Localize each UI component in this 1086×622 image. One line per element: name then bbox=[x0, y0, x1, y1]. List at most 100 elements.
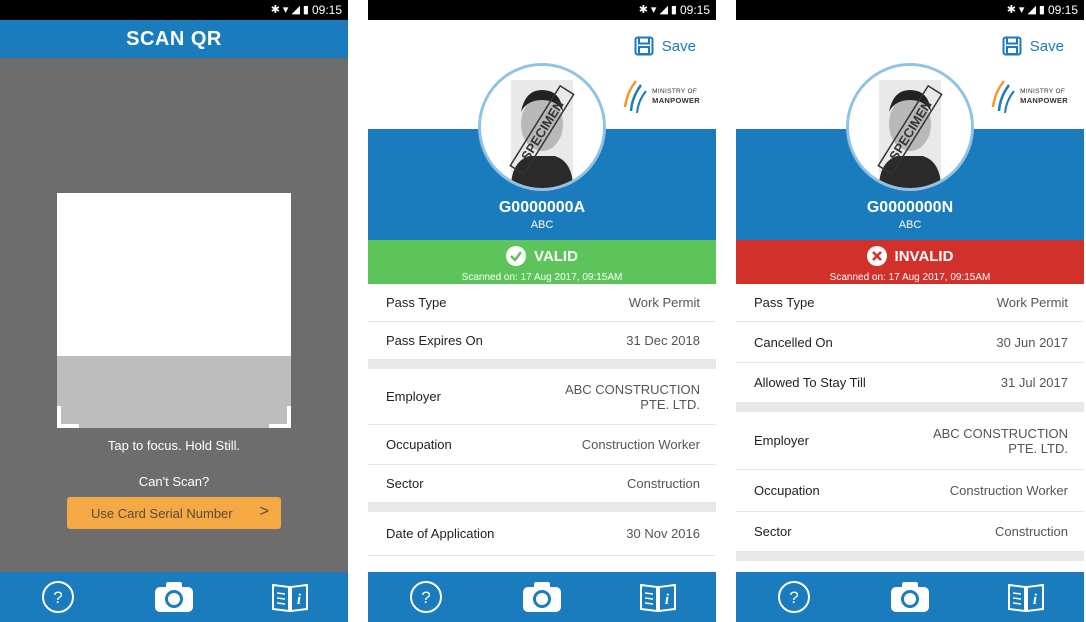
save-disk-icon bbox=[634, 36, 654, 56]
row-value: ABC CONSTRUCTION PTE. LTD. bbox=[564, 381, 700, 412]
row-label: Sector bbox=[386, 476, 424, 491]
row-label: Occupation bbox=[754, 483, 820, 498]
check-circle-icon bbox=[506, 246, 527, 266]
list-item: Occupation Construction Worker bbox=[736, 470, 1084, 512]
svg-text:i: i bbox=[1033, 592, 1038, 608]
section-divider bbox=[368, 503, 716, 512]
row-value: Construction bbox=[995, 524, 1068, 539]
row-label: Date of Application bbox=[386, 526, 495, 541]
help-button[interactable]: ? bbox=[404, 575, 448, 619]
wifi-icon: ▾ bbox=[282, 3, 289, 16]
list-item: Occupation Construction Worker bbox=[368, 425, 716, 465]
specimen-photo: SPECIMEN bbox=[849, 66, 971, 188]
info-guide-button[interactable]: i bbox=[268, 575, 312, 619]
bluetooth-icon: ✱ bbox=[1006, 3, 1016, 16]
svg-text:i: i bbox=[665, 592, 670, 608]
row-value: Work Permit bbox=[628, 295, 700, 310]
svg-text:i: i bbox=[297, 592, 302, 608]
signal-icon: ◢ bbox=[1027, 3, 1036, 16]
save-button[interactable]: Save bbox=[1002, 36, 1064, 56]
section-divider bbox=[736, 403, 1084, 412]
row-label: Employer bbox=[754, 433, 809, 448]
use-serial-number-button[interactable]: Use Card Serial Number > bbox=[67, 497, 281, 529]
help-button[interactable]: ? bbox=[36, 575, 80, 619]
row-label: Pass Expires On bbox=[386, 333, 483, 348]
status-bar: ✱ ▾ ◢ ▮ 09:15 bbox=[368, 0, 716, 20]
list-item: Cancelled On 30 Jun 2017 bbox=[736, 322, 1084, 363]
bottom-nav: ? i bbox=[736, 572, 1084, 622]
bottom-nav: ? i bbox=[0, 572, 348, 622]
cant-scan-label: Can't Scan? bbox=[138, 474, 210, 489]
pass-invalid-screen: ✱ ▾ ◢ ▮ 09:15 Save MINISTRY OF MANPOWER bbox=[736, 0, 1084, 622]
camera-icon bbox=[155, 582, 193, 612]
row-value: 31 Jul 2017 bbox=[1000, 375, 1068, 390]
scan-camera-button[interactable] bbox=[152, 575, 196, 619]
qr-scan-frame[interactable] bbox=[57, 193, 291, 428]
status-time: 09:15 bbox=[1047, 3, 1078, 17]
signal-icon: ◢ bbox=[659, 3, 668, 16]
battery-icon: ▮ bbox=[1038, 3, 1045, 16]
frame-corner-icon bbox=[269, 406, 291, 428]
row-label: Occupation bbox=[386, 437, 452, 452]
logo-line1: MINISTRY OF bbox=[652, 88, 698, 96]
section-divider bbox=[736, 552, 1084, 561]
battery-icon: ▮ bbox=[670, 3, 677, 16]
save-button[interactable]: Save bbox=[634, 36, 696, 56]
bluetooth-icon: ✱ bbox=[270, 3, 280, 16]
save-label: Save bbox=[1029, 37, 1064, 55]
row-value: Work Permit bbox=[996, 295, 1068, 310]
list-item: Allowed To Stay Till 31 Jul 2017 bbox=[736, 363, 1084, 403]
row-value: 30 Jun 2017 bbox=[996, 334, 1068, 350]
row-value: Construction Worker bbox=[949, 483, 1068, 498]
camera-icon bbox=[523, 582, 561, 612]
scanned-timestamp: Scanned on: 17 Aug 2017, 09:15AM bbox=[829, 272, 991, 283]
pass-valid-screen: ✱ ▾ ◢ ▮ 09:15 Save MINISTRY OF MANPOWER bbox=[368, 0, 716, 622]
chevron-right-icon: > bbox=[259, 503, 269, 520]
specimen-photo: SPECIMEN bbox=[481, 66, 603, 188]
info-guide-button[interactable]: i bbox=[636, 575, 680, 619]
info-book-icon: i bbox=[272, 583, 308, 613]
pass-holder-name: ABC bbox=[898, 219, 922, 231]
row-label: Allowed To Stay Till bbox=[754, 375, 866, 390]
logo-line1: MINISTRY OF bbox=[1020, 88, 1066, 96]
question-circle-icon: ? bbox=[778, 581, 810, 613]
info-book-icon: i bbox=[640, 583, 676, 613]
mom-swoosh-icon bbox=[623, 80, 647, 114]
focus-instruction: Tap to focus. Hold Still. bbox=[107, 438, 241, 453]
status-badge: VALID Scanned on: 17 Aug 2017, 09:15AM bbox=[368, 240, 716, 284]
x-circle-icon bbox=[866, 246, 887, 266]
serial-button-label: Use Card Serial Number bbox=[91, 505, 233, 521]
list-item: Sector Construction bbox=[368, 465, 716, 503]
scan-camera-button[interactable] bbox=[888, 575, 932, 619]
list-item: Sector Construction bbox=[736, 512, 1084, 552]
pass-details-list: Pass Type Work Permit Cancelled On 30 Ju… bbox=[736, 284, 1084, 561]
camera-viewfinder[interactable]: Tap to focus. Hold Still. Can't Scan? Us… bbox=[0, 58, 348, 572]
help-button[interactable]: ? bbox=[772, 575, 816, 619]
status-badge: INVALID Scanned on: 17 Aug 2017, 09:15AM bbox=[736, 240, 1084, 284]
list-item: Date of Application 30 Nov 2016 bbox=[368, 512, 716, 556]
wifi-icon: ▾ bbox=[1018, 3, 1025, 16]
scan-camera-button[interactable] bbox=[520, 575, 564, 619]
pass-holder-name: ABC bbox=[530, 219, 554, 231]
status-bar: ✱ ▾ ◢ ▮ 09:15 bbox=[0, 0, 348, 20]
page-title: SCAN QR bbox=[0, 20, 348, 58]
row-label: Pass Type bbox=[754, 295, 815, 310]
row-value: 31 Dec 2018 bbox=[626, 333, 700, 348]
svg-text:?: ? bbox=[421, 588, 430, 607]
frame-corner-icon bbox=[57, 406, 79, 428]
row-label: Sector bbox=[754, 524, 792, 539]
signal-icon: ◢ bbox=[291, 3, 300, 16]
list-item: Pass Expires On 31 Dec 2018 bbox=[368, 322, 716, 360]
camera-preview bbox=[57, 193, 291, 356]
bottom-nav: ? i bbox=[368, 572, 716, 622]
status-time: 09:15 bbox=[679, 3, 710, 17]
list-item: Employer ABC CONSTRUCTION PTE. LTD. bbox=[736, 412, 1084, 470]
info-book-icon: i bbox=[1008, 583, 1044, 613]
list-item: Pass Type Work Permit bbox=[736, 284, 1084, 322]
info-guide-button[interactable]: i bbox=[1004, 575, 1048, 619]
scan-qr-screen: ✱ ▾ ◢ ▮ 09:15 SCAN QR Tap to focus. Hold… bbox=[0, 0, 348, 622]
logo-line2: MANPOWER bbox=[652, 96, 700, 105]
row-value: Construction Worker bbox=[581, 437, 700, 452]
svg-text:?: ? bbox=[789, 588, 798, 607]
avatar: SPECIMEN bbox=[478, 63, 606, 191]
